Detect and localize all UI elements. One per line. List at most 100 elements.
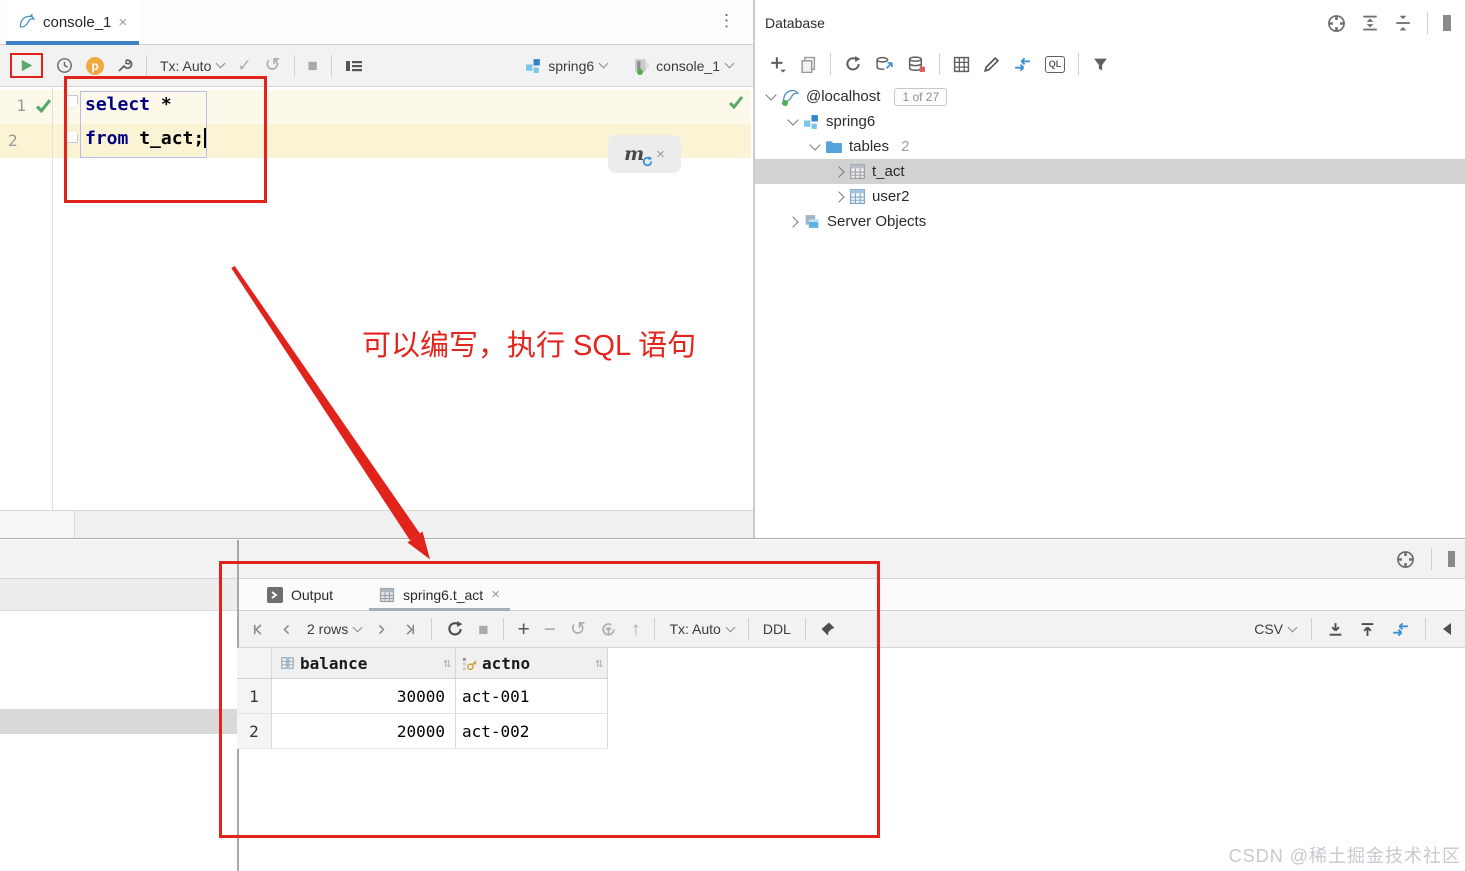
prev-page-button[interactable]: [280, 623, 293, 636]
upload-icon: [1361, 622, 1374, 636]
schema-selector[interactable]: spring6: [525, 57, 609, 74]
next-page-button[interactable]: [375, 623, 388, 636]
jump-to-console-button[interactable]: QL: [1045, 55, 1065, 73]
detach-schema-button[interactable]: [907, 55, 926, 73]
add-row-icon[interactable]: +: [518, 619, 530, 640]
statement-success-check-icon: [728, 96, 744, 109]
rollback-icon[interactable]: ↺: [265, 56, 281, 75]
sort-icon[interactable]: ⇅: [595, 656, 603, 671]
horizontal-scrollbar[interactable]: [0, 709, 237, 734]
first-page-button[interactable]: [251, 622, 266, 637]
sql-console-panel: console_1 × ⋮ p Tx: Auto ✓ ↺ ■ spring6 c…: [0, 0, 753, 538]
console-list-icon: [345, 60, 362, 71]
modify-button[interactable]: [983, 56, 1000, 73]
execute-in-console-button[interactable]: [345, 58, 363, 74]
sql-editor[interactable]: 1 2 select * from t_act; m ×: [0, 87, 751, 510]
chevron-down-icon: [809, 138, 821, 151]
tree-node-user2[interactable]: user2: [755, 184, 1465, 209]
tab-result-grid[interactable]: spring6.t_act ×: [365, 579, 514, 611]
stop-icon[interactable]: ■: [478, 621, 488, 638]
parameters-button[interactable]: p: [86, 56, 104, 75]
filter-button[interactable]: [1092, 56, 1109, 73]
rows-count-label: 2 rows: [307, 621, 349, 637]
tree-node-tables[interactable]: tables 2: [755, 134, 1465, 159]
reload-data-button[interactable]: [446, 620, 464, 638]
chevron-down-icon: [725, 622, 736, 632]
table-icon: [849, 188, 866, 205]
tree-node-localhost[interactable]: @localhost 1 of 27: [755, 84, 1465, 109]
export-format-select[interactable]: CSV: [1254, 621, 1298, 637]
collapse-panel-icon[interactable]: [1441, 622, 1453, 636]
import-data-button[interactable]: [1359, 621, 1376, 638]
commit-reload-button[interactable]: [600, 621, 617, 638]
cell-balance[interactable]: 30000: [272, 679, 456, 713]
close-icon[interactable]: ×: [656, 146, 665, 163]
code-line-2[interactable]: from t_act;: [85, 128, 207, 149]
code-line-1[interactable]: select *: [85, 94, 172, 115]
export-data-button[interactable]: [1327, 621, 1344, 638]
close-tab-icon[interactable]: ×: [118, 14, 127, 31]
tab-console-1[interactable]: console_1 ×: [6, 0, 140, 45]
results-header-strip: [0, 540, 1465, 579]
expand-all-icon[interactable]: [1361, 14, 1379, 32]
output-terminal-icon: [267, 586, 283, 603]
grid-corner[interactable]: [237, 648, 272, 678]
refresh-button[interactable]: [844, 55, 862, 73]
ddl-button[interactable]: DDL: [763, 621, 791, 637]
grid-row[interactable]: 1 30000 act-001: [237, 679, 608, 714]
hide-panel-icon[interactable]: [1448, 551, 1455, 567]
execute-button[interactable]: [19, 58, 34, 73]
close-tab-icon[interactable]: ×: [491, 586, 500, 603]
funnel-icon: [1094, 58, 1107, 70]
column-icon: [281, 657, 294, 669]
tx-mode-select[interactable]: Tx: Auto: [669, 621, 736, 637]
commit-icon[interactable]: ✓: [237, 57, 251, 74]
tree-node-server-objects[interactable]: Server Objects: [755, 209, 1465, 234]
history-button[interactable]: [56, 57, 73, 74]
session-selector[interactable]: console_1: [633, 57, 735, 75]
row-number[interactable]: 1: [237, 679, 272, 713]
cell-actno[interactable]: act-002: [456, 714, 608, 748]
divider: [330, 54, 332, 77]
divider: [654, 618, 656, 640]
rows-count-select[interactable]: 2 rows: [307, 621, 363, 637]
column-header-balance[interactable]: balance ⇅: [272, 648, 456, 678]
compare-button[interactable]: [1391, 621, 1410, 638]
sort-icon[interactable]: ⇅: [443, 656, 451, 671]
revert-icon[interactable]: ↺: [570, 620, 586, 639]
delete-row-icon[interactable]: −: [544, 619, 556, 640]
export-format-label: CSV: [1254, 621, 1283, 637]
pin-tab-button[interactable]: [820, 621, 836, 637]
sync-button[interactable]: [1013, 56, 1032, 73]
settings-gear-icon[interactable]: [1327, 14, 1346, 33]
duplicate-button[interactable]: [800, 56, 817, 73]
submit-icon[interactable]: ↑: [631, 620, 641, 639]
kebab-menu-icon[interactable]: ⋮: [718, 11, 735, 31]
add-datasource-button[interactable]: [769, 55, 787, 73]
tx-mode-label: Tx: Auto: [669, 621, 721, 637]
tree-node-spring6[interactable]: spring6: [755, 109, 1465, 134]
pencil-icon: [983, 56, 1000, 72]
schema-label: spring6: [826, 113, 876, 130]
force-refresh-button[interactable]: [875, 55, 894, 73]
new-table-button[interactable]: [953, 56, 970, 73]
copy-icon: [801, 56, 816, 73]
tx-mode-select[interactable]: Tx: Auto: [160, 58, 226, 74]
column-header-actno[interactable]: actno ⇅: [456, 648, 608, 678]
cell-actno[interactable]: act-001: [456, 679, 608, 713]
settings-gear-icon[interactable]: [1396, 550, 1415, 569]
tree-node-t-act[interactable]: t_act: [755, 159, 1465, 184]
cell-balance[interactable]: 20000: [272, 714, 456, 748]
refresh-icon: [448, 621, 463, 636]
settings-button[interactable]: [117, 58, 133, 74]
tab-output[interactable]: Output: [253, 579, 347, 611]
row-number[interactable]: 2: [237, 714, 272, 748]
last-page-button[interactable]: [402, 622, 417, 637]
collapse-all-icon[interactable]: [1394, 14, 1412, 32]
table-icon: [849, 163, 866, 180]
divider: [146, 54, 147, 77]
inlay-hint-popup[interactable]: m ×: [608, 135, 681, 173]
stop-icon[interactable]: ■: [308, 57, 318, 74]
grid-row[interactable]: 2 20000 act-002: [237, 714, 608, 749]
hide-panel-icon[interactable]: [1443, 15, 1451, 31]
